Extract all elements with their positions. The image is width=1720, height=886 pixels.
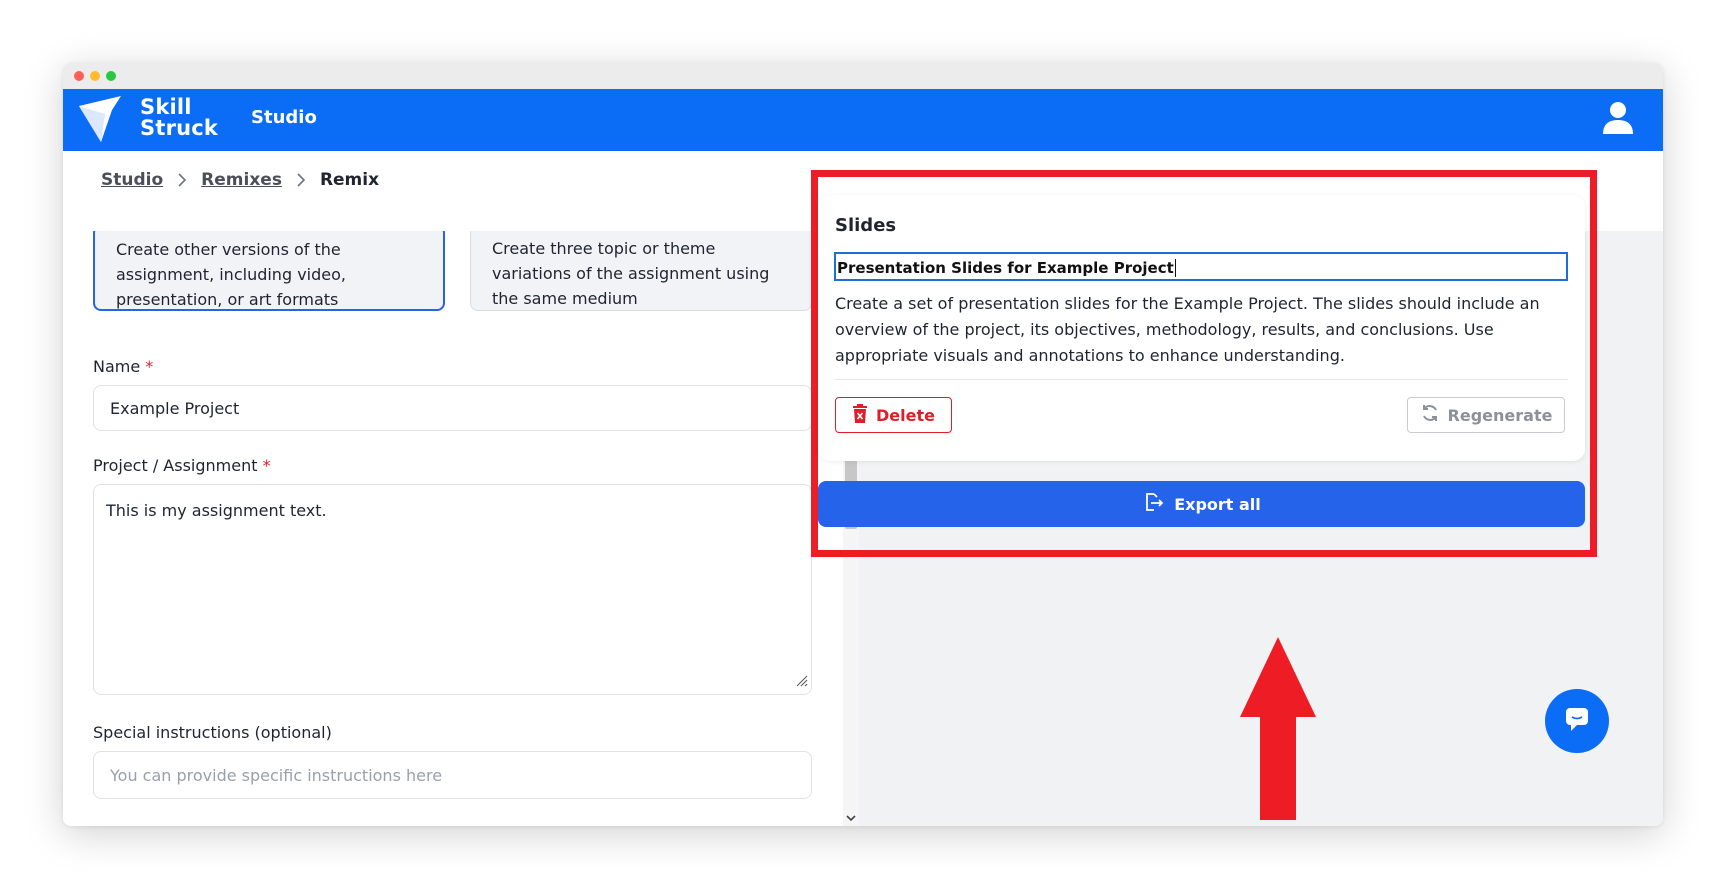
name-label-text: Name [93,357,141,376]
trash-icon [852,403,868,427]
skillstruck-logo-icon[interactable] [75,92,131,152]
close-window-dot[interactable] [74,71,84,81]
regenerate-label: Regenerate [1447,405,1553,425]
export-label: Export all [1174,494,1261,514]
assignment-label: Project / Assignment * [93,456,271,475]
remix-option-variations[interactable]: Create three topic or theme variations o… [470,231,812,311]
name-input[interactable]: Example Project [93,385,812,431]
breadcrumb: Studio Remixes Remix [101,165,379,195]
name-label: Name * [93,357,153,376]
brand-line-1: Skill [140,95,192,119]
breadcrumb-studio[interactable]: Studio [101,170,163,190]
remix-form-panel: Create other versions of the assignment,… [63,231,843,826]
slide-title-input[interactable]: Presentation Slides for Example Project [834,252,1568,281]
user-icon[interactable] [1601,100,1635,140]
delete-label: Delete [876,405,935,425]
remix-option-formats[interactable]: Create other versions of the assignment,… [93,231,445,311]
chevron-right-icon [296,172,306,188]
card-divider [835,379,1568,380]
chevron-right-icon [177,172,187,188]
assignment-textarea[interactable]: This is my assignment text. [93,484,812,695]
studio-nav-link[interactable]: Studio [251,107,317,128]
refresh-icon [1420,403,1440,427]
breadcrumb-remixes[interactable]: Remixes [201,170,282,190]
name-input-value: Example Project [110,398,240,418]
slides-result-card: Slides Presentation Slides for Example P… [818,195,1585,461]
maximize-window-dot[interactable] [106,71,116,81]
chat-button[interactable] [1545,689,1609,753]
resize-handle-icon[interactable] [794,672,808,691]
brand-line-2: Struck [140,116,219,140]
app-header: Skill Struck Studio [63,89,1663,151]
export-icon [1142,491,1164,517]
delete-button[interactable]: Delete [835,397,952,433]
brand-name[interactable]: Skill Struck [140,97,218,139]
breadcrumb-current: Remix [319,170,380,190]
assignment-textarea-value: This is my assignment text. [106,501,327,520]
chat-icon [1562,704,1592,738]
slide-title-value: Presentation Slides for Example Project [837,258,1174,277]
window-titlebar [63,63,1663,89]
text-caret [1174,258,1176,277]
regenerate-button[interactable]: Regenerate [1407,397,1565,433]
instructions-placeholder: You can provide specific instructions he… [110,765,443,785]
required-marker: * [145,357,154,376]
slide-description: Create a set of presentation slides for … [835,294,1540,365]
export-all-button[interactable]: Export all [818,481,1585,527]
arrow-up-icon [1238,637,1318,824]
minimize-window-dot[interactable] [90,71,100,81]
required-marker: * [262,456,271,475]
instructions-label: Special instructions (optional) [93,723,332,742]
card-title: Slides [835,215,897,236]
instructions-input[interactable]: You can provide specific instructions he… [93,751,812,799]
assignment-label-text: Project / Assignment [93,456,258,475]
chevron-down-icon[interactable] [846,809,856,826]
